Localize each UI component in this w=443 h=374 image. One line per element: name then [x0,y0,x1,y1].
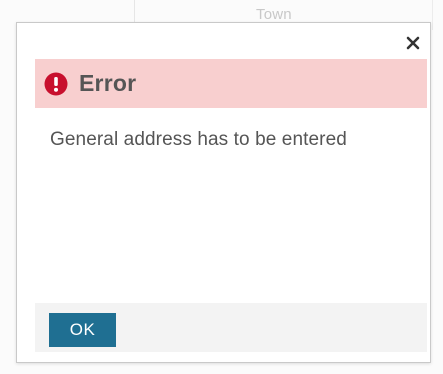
exclamation-circle-icon [44,72,68,96]
background-column-label: Town [256,6,292,23]
close-button[interactable] [403,33,423,53]
background-column-divider-right [432,0,433,30]
dialog-footer: OK [35,303,427,352]
error-dialog: Error General address has to be entered … [16,22,431,363]
dialog-header: Error [35,59,427,108]
error-message: General address has to be entered [50,129,347,150]
ok-button[interactable]: OK [49,313,116,347]
close-icon [406,36,420,50]
dialog-title: Error [79,70,137,96]
